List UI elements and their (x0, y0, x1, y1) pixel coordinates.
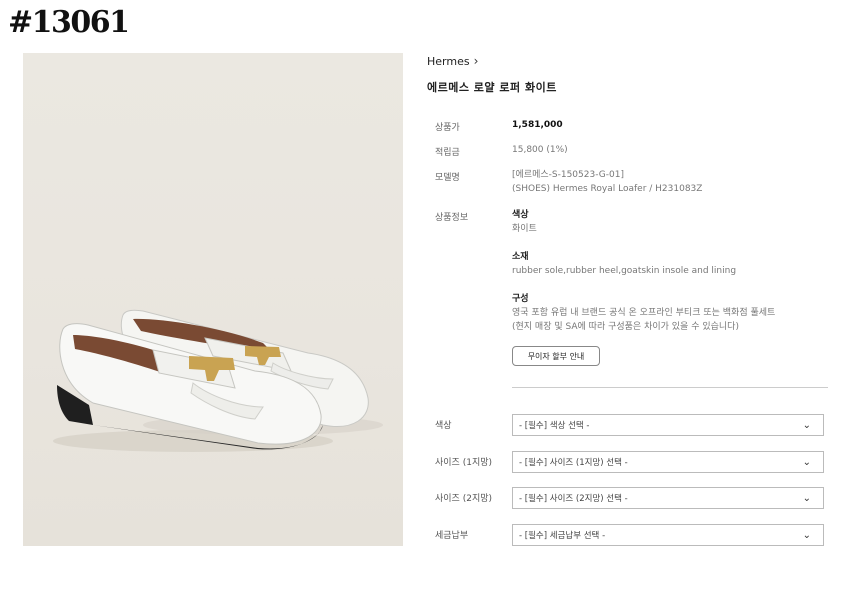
composition-line-2: (현지 매장 및 SA에 따라 구성품은 차이가 있을 수 있습니다) (512, 322, 739, 332)
tax-select[interactable]: - [필수] 세금납부 선택 - ⌄ (512, 524, 824, 546)
color-value: 화이트 (512, 224, 537, 234)
chevron-down-icon: ⌄ (802, 493, 811, 504)
breadcrumb[interactable]: Hermes › (427, 50, 829, 72)
size1-select-value: - [필수] 사이즈 (1지망) 선택 - (519, 458, 628, 468)
breadcrumb-brand[interactable]: Hermes (427, 55, 470, 68)
chevron-down-icon: ⌄ (802, 530, 811, 541)
points-label: 적립금 (435, 148, 460, 158)
product-info-panel: Hermes › 에르메스 로얄 로퍼 화이트 상품가 1,581,000 적립… (427, 50, 829, 546)
divider (512, 387, 828, 388)
option-label-color: 색상 (435, 421, 452, 431)
color-title: 색상 (512, 210, 529, 220)
composition-line-1: 영국 포함 유럽 내 브랜드 공식 온 오프라인 부티크 또는 백화점 풀세트 (512, 308, 776, 318)
model-name: (SHOES) Hermes Royal Loafer / H231083Z (512, 184, 703, 194)
model-value: [에르메스-S-150523-G-01] (SHOES) Hermes Roya… (512, 168, 702, 196)
option-label-tax: 세금납부 (435, 531, 469, 541)
option-label-size2: 사이즈 (2지망) (435, 494, 493, 504)
composition-info: 구성 영국 포함 유럽 내 브랜드 공식 온 오프라인 부티크 또는 백화점 풀… (512, 292, 775, 334)
size2-select-value: - [필수] 사이즈 (2지망) 선택 - (519, 494, 628, 504)
color-select-value: - [필수] 색상 선택 - (519, 421, 590, 431)
material-title: 소재 (512, 252, 529, 262)
material-value: rubber sole,rubber heel,goatskin insole … (512, 266, 737, 276)
price-label: 상품가 (435, 123, 460, 133)
size2-select[interactable]: - [필수] 사이즈 (2지망) 선택 - ⌄ (512, 487, 824, 509)
chevron-down-icon: ⌄ (802, 457, 811, 468)
product-image[interactable] (23, 53, 403, 546)
size1-select[interactable]: - [필수] 사이즈 (1지망) 선택 - ⌄ (512, 451, 824, 473)
tax-select-value: - [필수] 세금납부 선택 - (519, 531, 606, 541)
points-value: 15,800 (1%) (512, 145, 568, 155)
product-title: 에르메스 로얄 로퍼 화이트 (427, 81, 557, 94)
color-select[interactable]: - [필수] 색상 선택 - ⌄ (512, 414, 824, 436)
composition-title: 구성 (512, 294, 529, 304)
model-label: 모델명 (435, 173, 460, 183)
model-code: [에르메스-S-150523-G-01] (512, 170, 624, 180)
product-info-label: 상품정보 (435, 213, 469, 223)
option-label-size1: 사이즈 (1지망) (435, 458, 493, 468)
product-code: #13061 (8, 5, 130, 40)
chevron-right-icon: › (473, 54, 479, 68)
installment-guide-button[interactable]: 무이자 할부 안내 (512, 346, 600, 366)
color-info: 색상 화이트 (512, 208, 537, 236)
price-value: 1,581,000 (512, 120, 563, 130)
material-info: 소재 rubber sole,rubber heel,goatskin inso… (512, 250, 736, 278)
loafer-illustration (53, 309, 383, 452)
chevron-down-icon: ⌄ (802, 420, 811, 431)
